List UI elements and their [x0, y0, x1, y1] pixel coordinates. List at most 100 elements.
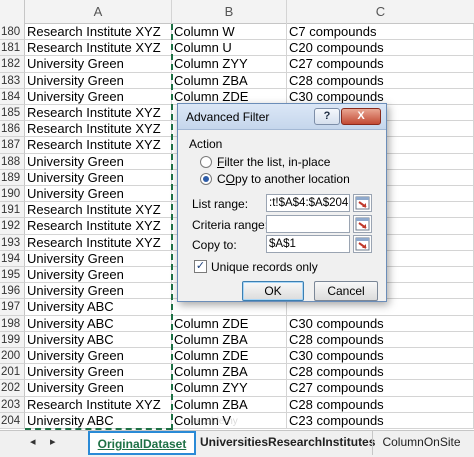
row-number[interactable]: 198: [0, 315, 25, 332]
next-sheet-icon[interactable]: ▸: [50, 435, 56, 448]
cell-a[interactable]: University Green: [25, 380, 172, 397]
cell-a[interactable]: University Green: [25, 56, 172, 73]
cell-a[interactable]: University Green: [25, 88, 172, 105]
list-range-input[interactable]: :t!$A$4:$A$204: [266, 194, 350, 212]
row-number[interactable]: 182: [0, 56, 25, 73]
copy-to-collapse-button[interactable]: [353, 235, 372, 253]
copy-to-input[interactable]: $A$1: [266, 235, 350, 253]
row-number[interactable]: 186: [0, 121, 25, 138]
row-number[interactable]: 185: [0, 105, 25, 122]
copy-to-location-radio[interactable]: [200, 173, 212, 185]
cell-c[interactable]: C7 compounds: [287, 24, 474, 41]
cell-b[interactable]: Column U: [172, 40, 287, 57]
cell-c[interactable]: C20 compounds: [287, 40, 474, 57]
cell-a[interactable]: University Green: [25, 364, 172, 381]
cell-a[interactable]: University Green: [25, 267, 172, 284]
cell-b[interactable]: Column ZDE: [172, 315, 287, 332]
filter-in-place-label[interactable]: Filter the list, in-place: [217, 155, 330, 169]
cell-a[interactable]: University ABC: [25, 331, 172, 348]
help-button[interactable]: ?: [314, 108, 340, 125]
cell-c[interactable]: C27 compounds: [287, 380, 474, 397]
cell-a[interactable]: University Green: [25, 250, 172, 267]
cell-c[interactable]: C28 compounds: [287, 364, 474, 381]
row-number[interactable]: 197: [0, 299, 25, 316]
row-number[interactable]: 195: [0, 267, 25, 284]
cell-a[interactable]: Research Institute XYZ: [25, 105, 172, 122]
cell-a[interactable]: Research Institute XYZ: [25, 137, 172, 154]
cell-b[interactable]: Column ZYY: [172, 380, 287, 397]
row-number[interactable]: 202: [0, 380, 25, 397]
cell-b[interactable]: Column W: [172, 24, 287, 41]
row-number[interactable]: 200: [0, 348, 25, 365]
row-number[interactable]: 199: [0, 331, 25, 348]
range-picker-icon: [355, 237, 370, 251]
cell-a[interactable]: University ABC: [25, 299, 172, 316]
cell-b[interactable]: Column ZBA: [172, 331, 287, 348]
row-number[interactable]: 194: [0, 250, 25, 267]
criteria-range-label: Criteria range:: [192, 218, 269, 232]
row-number[interactable]: 203: [0, 396, 25, 413]
dialog-title-bar[interactable]: Advanced Filter ? X: [178, 104, 386, 130]
row-number[interactable]: 189: [0, 169, 25, 186]
ok-button[interactable]: OK: [242, 281, 304, 301]
tab-original-dataset[interactable]: OriginalDataset: [88, 431, 196, 455]
cell-a[interactable]: Research Institute XYZ: [25, 396, 172, 413]
row-number[interactable]: 196: [0, 283, 25, 300]
tab-column-on-site[interactable]: ColumnOnSite: [372, 431, 470, 455]
cell-a[interactable]: University Green: [25, 283, 172, 300]
filter-in-place-radio[interactable]: [200, 156, 212, 168]
cell-c[interactable]: C30 compounds: [287, 315, 474, 332]
cancel-button[interactable]: Cancel: [314, 281, 378, 301]
row-number[interactable]: 191: [0, 202, 25, 219]
cell-b[interactable]: Column ZBA: [172, 364, 287, 381]
cell-c[interactable]: C28 compounds: [287, 72, 474, 89]
row-number[interactable]: 184: [0, 88, 25, 105]
criteria-range-collapse-button[interactable]: [353, 215, 372, 233]
cell-c[interactable]: C28 compounds: [287, 331, 474, 348]
row-number[interactable]: 193: [0, 234, 25, 251]
cell-b[interactable]: Column ZDE: [172, 348, 287, 365]
cell-a[interactable]: Research Institute XYZ: [25, 24, 172, 41]
cell-c[interactable]: C27 compounds: [287, 56, 474, 73]
row-number[interactable]: 190: [0, 186, 25, 203]
close-button[interactable]: X: [341, 108, 381, 125]
row-number[interactable]: 180: [0, 24, 25, 41]
cell-c[interactable]: C23 compounds: [287, 412, 474, 429]
row-number[interactable]: 192: [0, 218, 25, 235]
cell-a[interactable]: University Green: [25, 169, 172, 186]
cell-a[interactable]: University Green: [25, 186, 172, 203]
cell-c[interactable]: C28 compounds: [287, 396, 474, 413]
cell-a[interactable]: Research Institute XYZ: [25, 121, 172, 138]
row-number[interactable]: 204: [0, 412, 25, 429]
cell-a[interactable]: University ABC: [25, 315, 172, 332]
cell-a[interactable]: University ABC: [25, 412, 172, 429]
row-number[interactable]: 188: [0, 153, 25, 170]
row-number[interactable]: 183: [0, 72, 25, 89]
row-number[interactable]: 201: [0, 364, 25, 381]
list-range-collapse-button[interactable]: [353, 194, 372, 212]
select-all-corner[interactable]: [0, 0, 25, 24]
row-number[interactable]: 187: [0, 137, 25, 154]
cell-b[interactable]: Column ZYY: [172, 56, 287, 73]
cell-a[interactable]: University Green: [25, 153, 172, 170]
row-number[interactable]: 181: [0, 40, 25, 57]
cell-a[interactable]: Research Institute XYZ: [25, 202, 172, 219]
column-header-b[interactable]: B: [172, 0, 287, 24]
cell-c[interactable]: C30 compounds: [287, 348, 474, 365]
cell-a[interactable]: University Green: [25, 72, 172, 89]
cell-b[interactable]: Column ZBA: [172, 396, 287, 413]
cell-b[interactable]: Column ZBA: [172, 72, 287, 89]
cell-a[interactable]: Research Institute XYZ: [25, 218, 172, 235]
cell-a[interactable]: Research Institute XYZ: [25, 234, 172, 251]
table-row: 180 Research Institute XYZ Column W C7 comp…: [0, 24, 474, 41]
cell-a[interactable]: Research Institute XYZ: [25, 40, 172, 57]
unique-records-checkbox[interactable]: ✓: [194, 260, 207, 273]
column-header-c[interactable]: C: [287, 0, 474, 24]
column-header-a[interactable]: A: [25, 0, 172, 24]
prev-sheet-icon[interactable]: ◂: [30, 435, 36, 448]
copy-to-location-label[interactable]: COpy to another location: [217, 172, 350, 186]
unique-records-label[interactable]: Unique records only: [211, 260, 318, 274]
tab-universities-research-institutes[interactable]: UniversitiesResearchInstitutes: [200, 431, 375, 455]
cell-a[interactable]: University Green: [25, 348, 172, 365]
criteria-range-input[interactable]: [266, 215, 350, 233]
